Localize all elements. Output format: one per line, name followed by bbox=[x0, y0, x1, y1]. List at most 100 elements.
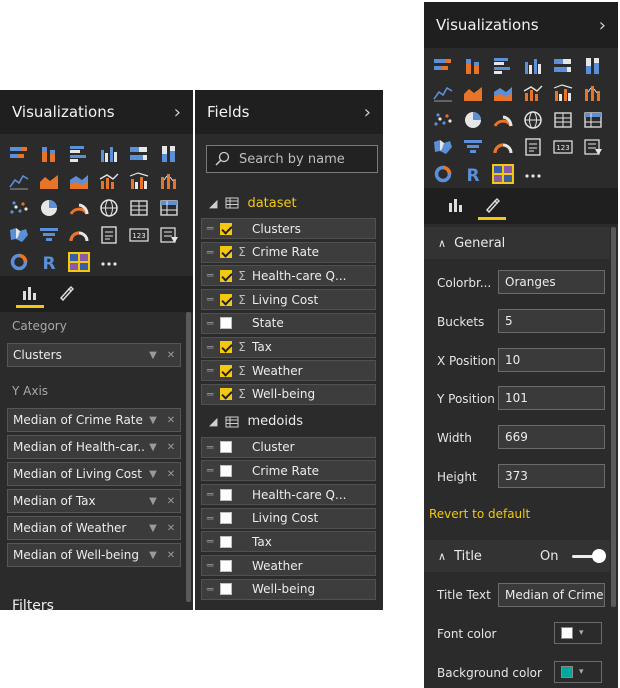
pie-chart-icon[interactable] bbox=[36, 196, 62, 220]
prop-input[interactable]: 669 bbox=[498, 425, 605, 450]
area-chart-icon[interactable] bbox=[460, 81, 486, 105]
drag-handle-icon[interactable]: ═ bbox=[202, 293, 218, 306]
field-checkbox[interactable] bbox=[220, 222, 232, 235]
funnel-icon[interactable] bbox=[36, 223, 62, 247]
stacked-bar-icon[interactable] bbox=[6, 142, 32, 166]
field-row[interactable]: ═ Σ Weather bbox=[201, 360, 376, 382]
prop-input[interactable]: Oranges bbox=[498, 270, 605, 294]
drag-handle-icon[interactable]: ═ bbox=[202, 364, 218, 377]
line-column-icon[interactable] bbox=[520, 81, 546, 105]
close-icon[interactable]: ✕ bbox=[162, 469, 180, 480]
table-header-medoids[interactable]: ◢ medoids bbox=[209, 410, 303, 434]
drag-handle-icon[interactable]: ═ bbox=[202, 559, 218, 572]
custom-visual-icon[interactable] bbox=[66, 250, 92, 274]
matrix-icon[interactable] bbox=[156, 196, 182, 220]
line-clustered-icon[interactable] bbox=[550, 81, 576, 105]
chevron-right-icon[interactable]: › bbox=[174, 102, 181, 123]
clustered-column-icon[interactable] bbox=[520, 54, 546, 78]
drag-handle-icon[interactable]: ═ bbox=[202, 441, 218, 454]
100-bar-icon[interactable] bbox=[126, 142, 152, 166]
field-row[interactable]: ═ Clusters bbox=[201, 218, 376, 239]
drag-handle-icon[interactable]: ═ bbox=[202, 341, 218, 354]
field-checkbox[interactable] bbox=[220, 535, 232, 548]
gauge-icon[interactable] bbox=[490, 135, 516, 159]
field-checkbox[interactable] bbox=[220, 269, 232, 282]
field-row[interactable]: ═ State bbox=[201, 312, 376, 334]
drag-handle-icon[interactable]: ═ bbox=[202, 246, 218, 259]
slicer-icon[interactable] bbox=[580, 135, 606, 159]
100-column-icon[interactable] bbox=[156, 142, 182, 166]
field-checkbox[interactable] bbox=[220, 559, 232, 572]
general-section-header[interactable]: ∧ General bbox=[424, 227, 610, 259]
field-row[interactable]: ═ Crime Rate bbox=[201, 460, 376, 482]
close-icon[interactable]: ✕ bbox=[162, 350, 180, 361]
line-chart-icon[interactable] bbox=[6, 169, 32, 193]
donut-icon[interactable] bbox=[6, 250, 32, 274]
scatter-icon[interactable] bbox=[6, 196, 32, 220]
clustered-bar-icon[interactable] bbox=[490, 54, 516, 78]
slicer-icon[interactable] bbox=[156, 223, 182, 247]
drag-handle-icon[interactable]: ═ bbox=[202, 535, 218, 548]
drag-handle-icon[interactable]: ═ bbox=[202, 317, 218, 330]
chevron-right-icon[interactable]: › bbox=[599, 15, 606, 36]
donut-like-icon[interactable] bbox=[490, 108, 516, 132]
well-item[interactable]: Median of Health-car... ▼ ✕ bbox=[7, 435, 181, 459]
chevron-down-icon[interactable]: ▼ bbox=[144, 350, 162, 361]
funnel-icon[interactable] bbox=[460, 135, 486, 159]
chevron-down-icon[interactable]: ▼ bbox=[144, 550, 162, 561]
well-item[interactable]: Median of Living Cost ▼ ✕ bbox=[7, 462, 181, 486]
filled-map-icon[interactable] bbox=[430, 135, 456, 159]
stacked-column-icon[interactable] bbox=[460, 54, 486, 78]
revert-to-default-link[interactable]: Revert to default bbox=[429, 507, 530, 521]
stacked-area-icon[interactable] bbox=[66, 169, 92, 193]
close-icon[interactable]: ✕ bbox=[162, 523, 180, 534]
globe-map-icon[interactable] bbox=[96, 196, 122, 220]
card-icon[interactable] bbox=[520, 135, 546, 159]
area-chart-icon[interactable] bbox=[36, 169, 62, 193]
well-item[interactable]: Clusters ▼ ✕ bbox=[7, 343, 181, 367]
prop-input[interactable]: 5 bbox=[498, 308, 605, 333]
chevron-right-icon[interactable]: › bbox=[364, 102, 371, 123]
100-column-icon[interactable] bbox=[580, 54, 606, 78]
field-checkbox[interactable] bbox=[220, 441, 232, 454]
well-item[interactable]: Median of Tax ▼ ✕ bbox=[7, 489, 181, 513]
field-row[interactable]: ═ Well-being bbox=[201, 578, 376, 600]
font-color-picker[interactable]: ▾ bbox=[554, 622, 602, 644]
title-toggle[interactable] bbox=[572, 549, 606, 563]
field-checkbox[interactable] bbox=[220, 293, 232, 306]
field-checkbox[interactable] bbox=[220, 341, 232, 353]
format-brush-icon[interactable] bbox=[474, 190, 510, 220]
field-row[interactable]: ═ Σ Crime Rate bbox=[201, 241, 376, 263]
chevron-down-icon[interactable]: ▼ bbox=[144, 496, 162, 507]
well-item[interactable]: Median of Crime Rate ▼ ✕ bbox=[7, 408, 181, 432]
line-chart-icon[interactable] bbox=[430, 81, 456, 105]
drag-handle-icon[interactable]: ═ bbox=[202, 388, 218, 401]
close-icon[interactable]: ✕ bbox=[162, 496, 180, 507]
custom-visual-icon[interactable] bbox=[490, 162, 516, 186]
ribbon-chart-icon[interactable] bbox=[580, 81, 606, 105]
r-visual-icon[interactable]: R bbox=[460, 162, 486, 186]
field-checkbox[interactable] bbox=[220, 364, 232, 377]
fields-tab-icon[interactable] bbox=[12, 278, 48, 308]
field-checkbox[interactable] bbox=[220, 583, 232, 596]
stacked-column-icon[interactable] bbox=[36, 142, 62, 166]
field-row[interactable]: ═ Σ Living Cost bbox=[201, 289, 376, 311]
table-icon[interactable] bbox=[126, 196, 152, 220]
field-checkbox[interactable] bbox=[220, 246, 232, 259]
r-visual-icon[interactable]: R bbox=[36, 250, 62, 274]
field-row[interactable]: ═ Σ Health-care Q... bbox=[201, 265, 376, 287]
close-icon[interactable]: ✕ bbox=[162, 415, 180, 426]
pie-chart-icon[interactable] bbox=[460, 108, 486, 132]
field-checkbox[interactable] bbox=[220, 488, 232, 501]
line-clustered-icon[interactable] bbox=[126, 169, 152, 193]
globe-map-icon[interactable] bbox=[520, 108, 546, 132]
field-row[interactable]: ═ Cluster bbox=[201, 436, 376, 458]
chevron-down-icon[interactable]: ▼ bbox=[144, 523, 162, 534]
field-row[interactable]: ═ Weather bbox=[201, 555, 376, 577]
table-header-dataset[interactable]: ◢ dataset bbox=[209, 191, 297, 215]
donut-icon[interactable] bbox=[430, 162, 456, 186]
scatter-icon[interactable] bbox=[430, 108, 456, 132]
matrix-icon[interactable] bbox=[580, 108, 606, 132]
chevron-down-icon[interactable]: ▼ bbox=[144, 415, 162, 426]
multirow-card-icon[interactable]: 123 bbox=[550, 135, 576, 159]
